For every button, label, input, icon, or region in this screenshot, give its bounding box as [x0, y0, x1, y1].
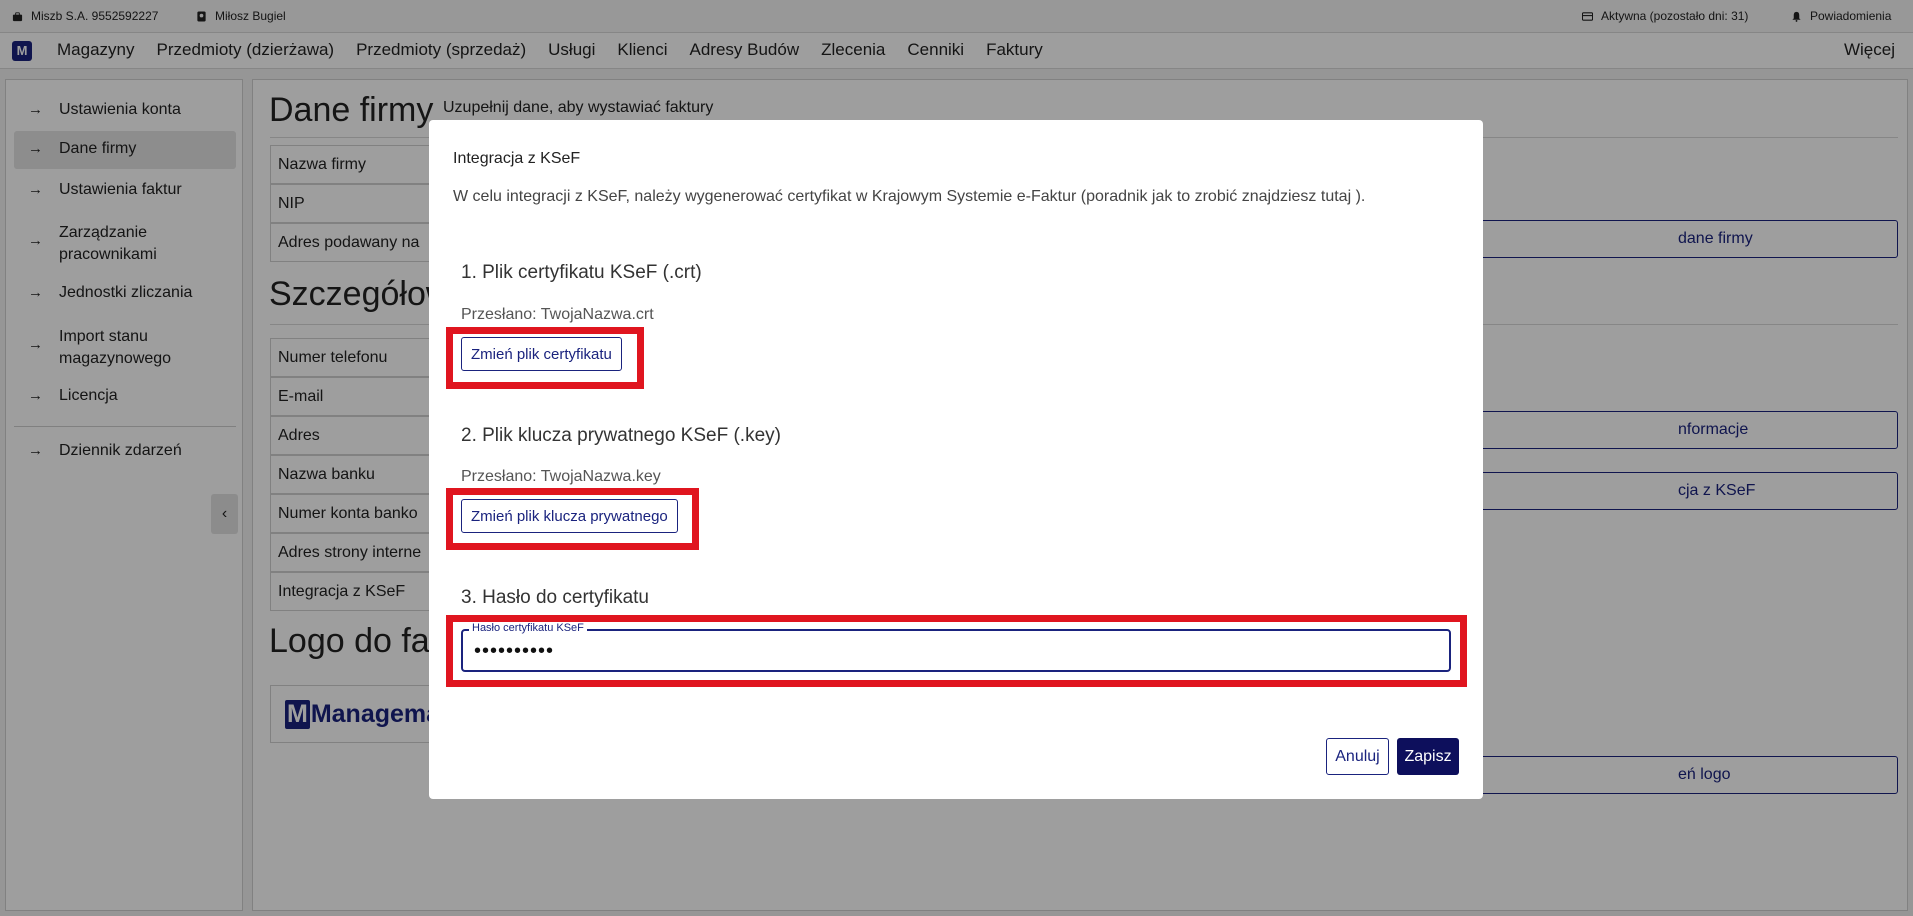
step3-title: 3. Hasło do certyfikatu: [461, 587, 649, 608]
certificate-password-input[interactable]: [461, 629, 1451, 672]
step1-uploaded-file: Przesłano: TwojaNazwa.crt: [461, 306, 654, 323]
change-certificate-button[interactable]: Zmień plik certyfikatu: [461, 337, 622, 371]
cancel-button[interactable]: Anuluj: [1326, 738, 1389, 775]
dialog-description: W celu integracji z KSeF, należy wygener…: [453, 188, 1366, 205]
step2-uploaded-file: Przesłano: TwojaNazwa.key: [461, 468, 661, 485]
password-field-label: Hasło certyfikatu KSeF: [469, 622, 587, 634]
password-value: ••••••••••: [474, 640, 555, 662]
ksef-integration-dialog: Integracja z KSeF W celu integracji z KS…: [429, 120, 1483, 799]
dialog-title: Integracja z KSeF: [453, 150, 581, 167]
change-private-key-button[interactable]: Zmień plik klucza prywatnego: [461, 499, 678, 533]
step1-title: 1. Plik certyfikatu KSeF (.crt): [461, 262, 702, 283]
step2-title: 2. Plik klucza prywatnego KSeF (.key): [461, 425, 781, 446]
save-button[interactable]: Zapisz: [1397, 738, 1459, 775]
